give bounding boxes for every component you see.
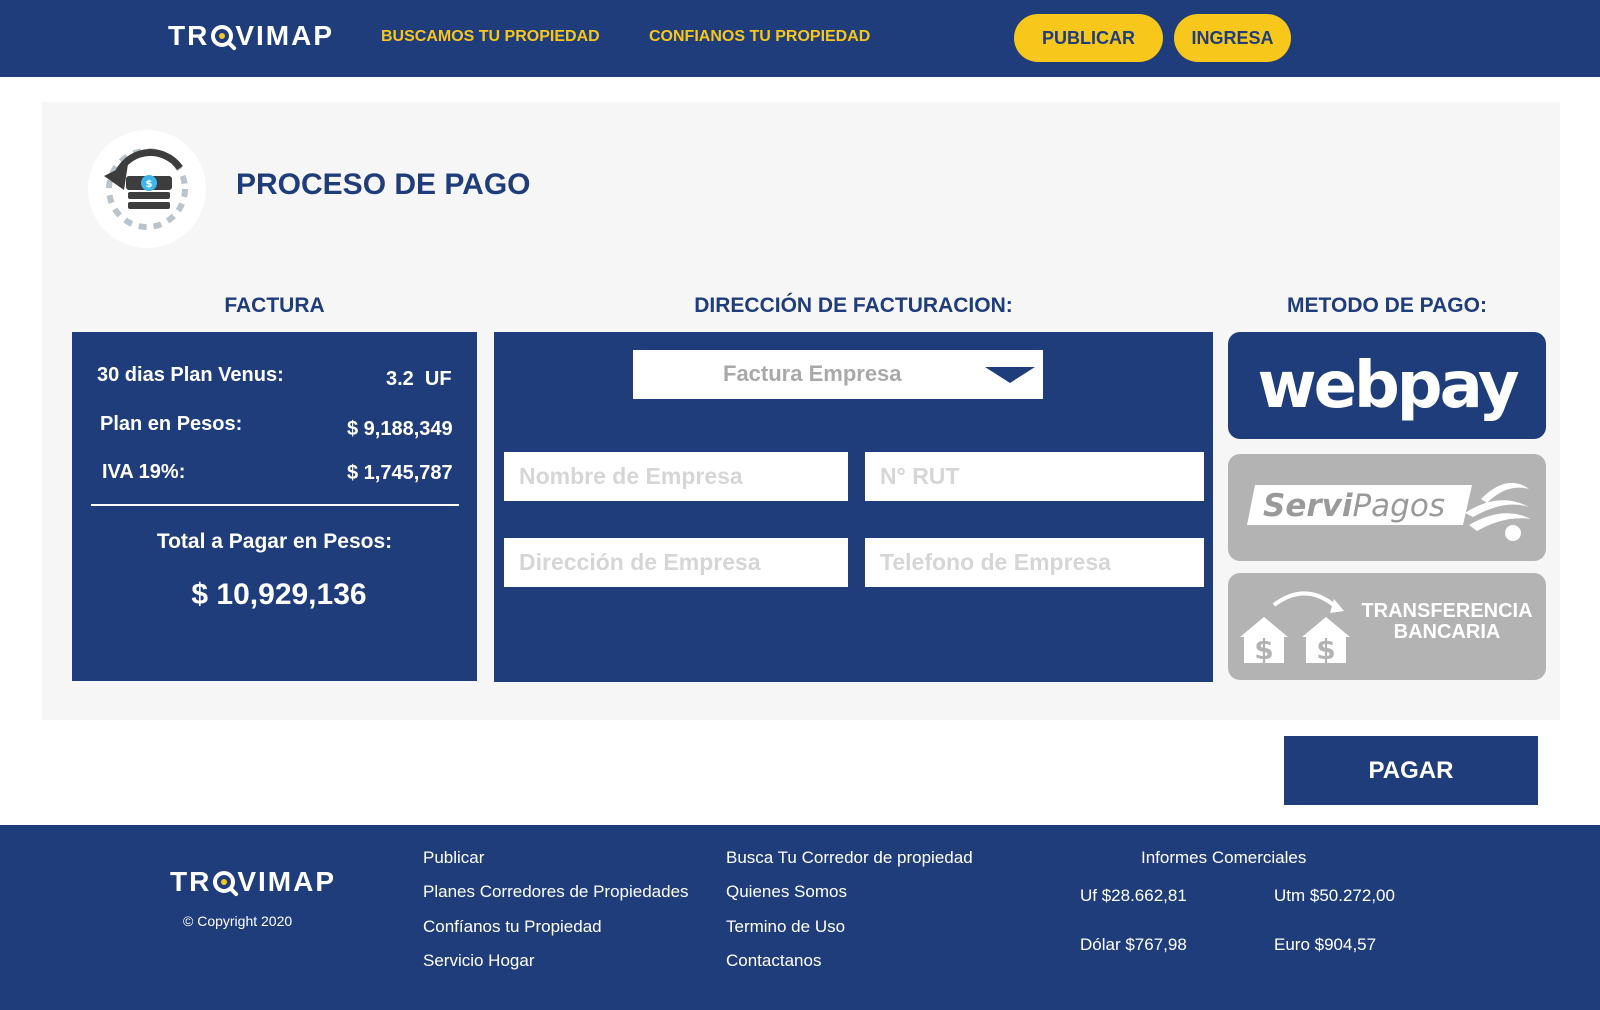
webpay-option[interactable]: webpay [1228, 332, 1546, 439]
footer-link-publicar[interactable]: Publicar [423, 848, 484, 868]
company-phone-input[interactable] [865, 538, 1204, 587]
servipagos-option[interactable]: ServiPagos [1228, 454, 1546, 561]
bank-transfer-label: TRANSFERENCIA BANCARIA [1352, 601, 1542, 643]
svg-text:$: $ [1254, 633, 1273, 665]
plan-value: 3.2 UF [386, 368, 452, 390]
page-title: PROCESO DE PAGO [236, 168, 531, 201]
payment-method-heading: METODO DE PAGO: [1287, 294, 1487, 317]
total-label: Total a Pagar en Pesos: [156, 530, 393, 553]
invoice-type-select[interactable]: Factura Empresa [633, 350, 1043, 399]
plan-label: 30 dias Plan Venus: [97, 364, 284, 386]
footer-link-planes[interactable]: Planes Corredores de Propiedades [423, 882, 689, 902]
footer-link-termino-uso[interactable]: Termino de Uso [726, 917, 845, 937]
dolar-value: Dólar $767,98 [1080, 935, 1187, 954]
pesos-label: Plan en Pesos: [100, 413, 243, 435]
chevron-down-icon [985, 367, 1035, 383]
iva-label: IVA 19%: [102, 461, 186, 483]
nav-confianos-tu-propiedad[interactable]: CONFIANOS TU PROPIEDAD [649, 28, 870, 46]
webpay-logo: webpay [1257, 348, 1519, 423]
billing-heading: DIRECCIÓN DE FACTURACION: [694, 294, 1013, 317]
pesos-value: $ 9,188,349 [347, 418, 453, 440]
invoice-type-value: Factura Empresa [723, 361, 902, 386]
uf-value: Uf $28.662,81 [1080, 886, 1187, 905]
top-header: TR VIMAP BUSCAMOS TU PROPIEDAD CONFIANOS … [0, 0, 1600, 77]
footer-link-contactanos[interactable]: Contactanos [726, 951, 821, 971]
nav-buscamos-tu-propiedad[interactable]: BUSCAMOS TU PROPIEDAD [381, 28, 600, 46]
login-button[interactable]: INGRESA [1174, 14, 1291, 62]
pay-button[interactable]: PAGAR [1284, 736, 1538, 805]
bank-transfer-label-line2: BANCARIA [1393, 621, 1501, 643]
copyright: © Copyright 2020 [183, 913, 293, 929]
footer-magnifier-icon [213, 871, 236, 893]
total-value: $ 10,929,136 [191, 578, 367, 611]
bank-transfer-label-line1: TRANSFERENCIA [1361, 600, 1533, 622]
footer-link-servicio-hogar[interactable]: Servicio Hogar [423, 951, 535, 971]
invoice-heading: FACTURA [224, 294, 325, 317]
footer-link-confianos[interactable]: Confíanos tu Propiedad [423, 917, 602, 937]
company-address-input[interactable] [504, 538, 848, 587]
footer-link-busca-corredor[interactable]: Busca Tu Corredor de propiedad [726, 848, 973, 868]
svg-text:$: $ [146, 179, 153, 190]
rut-input[interactable] [865, 452, 1204, 501]
publish-button[interactable]: PUBLICAR [1014, 14, 1163, 62]
company-name-input[interactable] [504, 452, 848, 501]
svg-text:$: $ [1316, 633, 1335, 665]
bank-transfer-icon: $ $ [1240, 591, 1350, 665]
magnifier-icon [211, 25, 234, 47]
servipagos-logo: ServiPagos [1247, 482, 1531, 541]
svg-text:ServiPagos: ServiPagos [1263, 488, 1445, 524]
footer-link-quienes-somos[interactable]: Quienes Somos [726, 882, 847, 902]
invoice-divider [91, 504, 459, 506]
reports-title: Informes Comerciales [1141, 848, 1307, 867]
iva-value: $ 1,745,787 [347, 462, 453, 484]
utm-value: Utm $50.272,00 [1274, 886, 1395, 905]
footer-trovimap-logo[interactable]: TR VIMAP [170, 866, 336, 898]
payment-process-icon: $ [88, 130, 206, 248]
euro-value: Euro $904,57 [1274, 935, 1377, 954]
bank-transfer-option[interactable]: $ $ TRANSFERENCIA BANCARIA [1228, 573, 1546, 680]
trovimap-logo[interactable]: TR VIMAP [168, 20, 334, 52]
